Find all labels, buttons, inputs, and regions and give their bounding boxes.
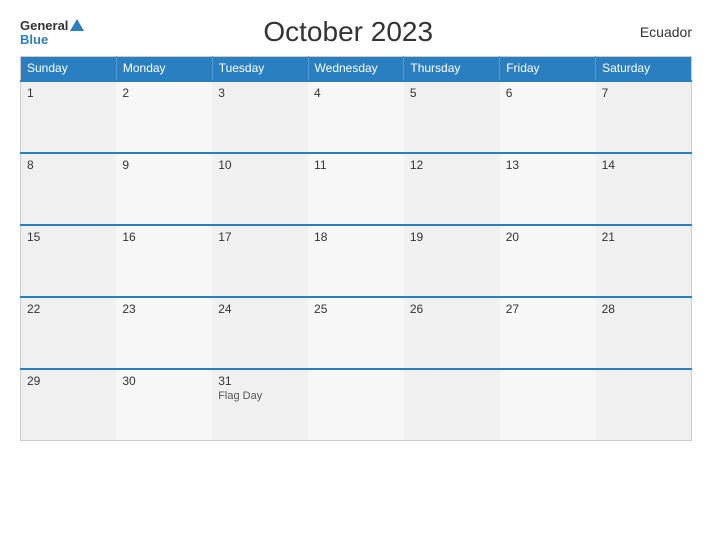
header-thursday: Thursday — [404, 57, 500, 81]
day-number: 29 — [27, 374, 110, 388]
calendar-day: 31 Flag Day — [212, 369, 308, 441]
day-number: 2 — [122, 86, 206, 100]
calendar-day — [308, 369, 404, 441]
calendar-day: 28 — [596, 297, 692, 369]
calendar-day: 29 — [21, 369, 117, 441]
day-number: 19 — [410, 230, 494, 244]
day-number: 20 — [506, 230, 590, 244]
day-number: 10 — [218, 158, 302, 172]
calendar-day: 15 — [21, 225, 117, 297]
day-number: 25 — [314, 302, 398, 316]
calendar-day: 21 — [596, 225, 692, 297]
header-friday: Friday — [500, 57, 596, 81]
calendar-table: Sunday Monday Tuesday Wednesday Thursday… — [20, 56, 692, 441]
calendar-day: 5 — [404, 81, 500, 153]
calendar-week-2: 89 10 11 12 13 14 — [21, 153, 692, 225]
logo-blue-text: Blue — [20, 33, 48, 46]
calendar-day: 22 — [21, 297, 117, 369]
calendar-day — [500, 369, 596, 441]
calendar-page: General Blue October 2023 Ecuador Sunday… — [0, 0, 712, 550]
day-number: 17 — [218, 230, 302, 244]
day-number: 4 — [314, 86, 398, 100]
day-number: 5 — [410, 86, 494, 100]
calendar-day: 6 — [500, 81, 596, 153]
calendar-day: 17 — [212, 225, 308, 297]
calendar-week-4: 22 23 24 25 26 27 28 — [21, 297, 692, 369]
calendar-day: 16 — [116, 225, 212, 297]
day-number: 14 — [602, 158, 685, 172]
day-number: 7 — [602, 86, 685, 100]
calendar-day: 4 — [308, 81, 404, 153]
header-wednesday: Wednesday — [308, 57, 404, 81]
day-number: 16 — [122, 230, 206, 244]
calendar-day: 13 — [500, 153, 596, 225]
calendar-day: 25 — [308, 297, 404, 369]
calendar-day: 11 — [308, 153, 404, 225]
calendar-day: 1 — [21, 81, 117, 153]
calendar-day: 9 — [116, 153, 212, 225]
calendar-day: 3 — [212, 81, 308, 153]
calendar-day: 24 — [212, 297, 308, 369]
day-number: 22 — [27, 302, 110, 316]
day-number: 26 — [410, 302, 494, 316]
day-number: 8 — [27, 158, 110, 172]
calendar-day: 30 — [116, 369, 212, 441]
calendar-day — [596, 369, 692, 441]
header-monday: Monday — [116, 57, 212, 81]
day-number: 13 — [506, 158, 590, 172]
logo-triangle-icon — [70, 19, 84, 31]
calendar-day: 7 — [596, 81, 692, 153]
header-saturday: Saturday — [596, 57, 692, 81]
calendar-day: 26 — [404, 297, 500, 369]
calendar-week-1: 1234567 — [21, 81, 692, 153]
day-number: 23 — [122, 302, 206, 316]
day-number: 9 — [122, 158, 206, 172]
calendar-day: 10 — [212, 153, 308, 225]
day-number: 18 — [314, 230, 398, 244]
day-number: 6 — [506, 86, 590, 100]
header: General Blue October 2023 Ecuador — [20, 16, 692, 48]
calendar-day: 20 — [500, 225, 596, 297]
calendar-day: 18 — [308, 225, 404, 297]
days-header-row: Sunday Monday Tuesday Wednesday Thursday… — [21, 57, 692, 81]
day-number: 28 — [602, 302, 685, 316]
country-label: Ecuador — [612, 24, 692, 40]
logo-general-text: General — [20, 19, 68, 32]
header-sunday: Sunday — [21, 57, 117, 81]
logo: General Blue — [20, 19, 84, 46]
day-number: 3 — [218, 86, 302, 100]
day-number: 31 — [218, 374, 302, 388]
calendar-day: 27 — [500, 297, 596, 369]
day-number: 12 — [410, 158, 494, 172]
calendar-day: 8 — [21, 153, 117, 225]
day-event: Flag Day — [218, 390, 302, 402]
day-number: 27 — [506, 302, 590, 316]
calendar-day — [404, 369, 500, 441]
day-number: 1 — [27, 86, 110, 100]
day-number: 21 — [602, 230, 685, 244]
calendar-day: 19 — [404, 225, 500, 297]
calendar-week-5: 29 30 31 Flag Day — [21, 369, 692, 441]
calendar-title: October 2023 — [84, 16, 612, 48]
day-number: 15 — [27, 230, 110, 244]
calendar-day: 12 — [404, 153, 500, 225]
calendar-week-3: 15 16 17 18 19 20 21 — [21, 225, 692, 297]
day-number: 24 — [218, 302, 302, 316]
day-number: 30 — [122, 374, 206, 388]
header-tuesday: Tuesday — [212, 57, 308, 81]
calendar-day: 23 — [116, 297, 212, 369]
calendar-day: 2 — [116, 81, 212, 153]
day-number: 11 — [314, 158, 398, 172]
calendar-day: 14 — [596, 153, 692, 225]
